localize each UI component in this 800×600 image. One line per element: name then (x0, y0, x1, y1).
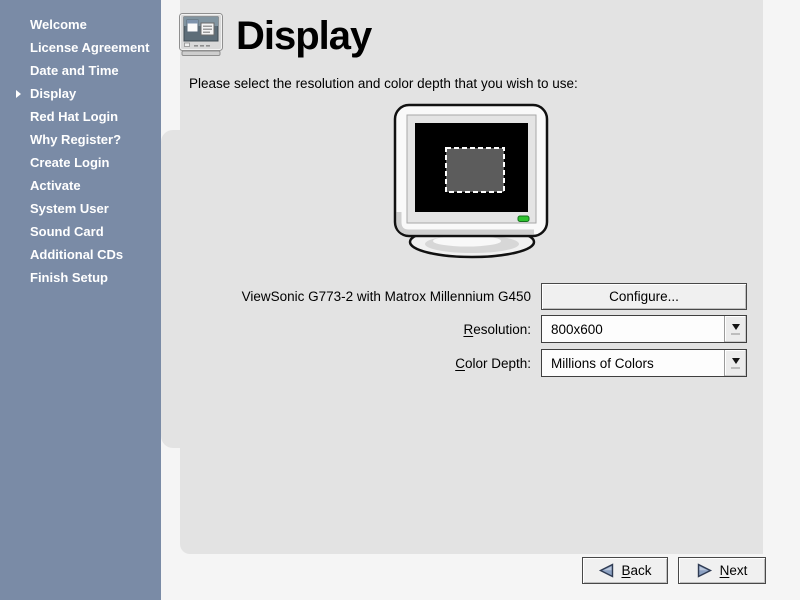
sidebar-nav: WelcomeLicense AgreementDate and TimeDis… (0, 0, 161, 289)
resolution-value: 800x600 (542, 322, 603, 337)
next-button[interactable]: Next (678, 557, 766, 584)
configure-button[interactable]: Configure... (541, 283, 747, 310)
sidebar-item-label: License Agreement (30, 36, 161, 59)
dropdown-arrow-icon (732, 324, 740, 330)
color-depth-value: Millions of Colors (542, 356, 654, 371)
dropdown-arrow-bar (731, 333, 740, 335)
sidebar-item-why-register: Why Register? (0, 128, 161, 151)
sidebar-item-label: System User (30, 197, 161, 220)
instruction-text: Please select the resolution and color d… (189, 76, 578, 91)
color-depth-label: Color Depth: (180, 356, 531, 371)
monitor-illustration (389, 102, 554, 264)
sidebar-item-label: Red Hat Login (30, 105, 161, 128)
sidebar-item-license-agreement: License Agreement (0, 36, 161, 59)
resolution-label: Resolution: (180, 322, 531, 337)
screen-selection-rect (446, 148, 504, 192)
sidebar-item-label: Date and Time (30, 59, 161, 82)
monitor-case (395, 105, 547, 236)
back-button-label: Back (621, 563, 651, 578)
sidebar-item-create-login: Create Login (0, 151, 161, 174)
back-button[interactable]: Back (582, 557, 668, 584)
sidebar-item-label: Welcome (30, 13, 161, 36)
sidebar-item-label: Additional CDs (30, 243, 161, 266)
sidebar-item-finish-setup: Finish Setup (0, 266, 161, 289)
dropdown-arrow-bar (731, 367, 740, 369)
dropdown-arrow-button[interactable] (724, 350, 746, 376)
device-label: ViewSonic G773-2 with Matrox Millennium … (180, 289, 531, 304)
color-depth-combobox[interactable]: Millions of Colors (541, 349, 747, 377)
current-step-arrow-icon (16, 90, 21, 98)
sidebar-item-label: Sound Card (30, 220, 161, 243)
sidebar-item-activate: Activate (0, 174, 161, 197)
configure-button-label: Configure... (609, 289, 679, 304)
power-led-icon (518, 216, 529, 222)
sidebar-item-label: Display (30, 82, 161, 105)
sidebar-item-welcome: Welcome (0, 13, 161, 36)
sidebar-item-system-user: System User (0, 197, 161, 220)
sidebar-item-date-and-time: Date and Time (0, 59, 161, 82)
sidebar-item-display: Display (0, 82, 161, 105)
resolution-combobox[interactable]: 800x600 (541, 315, 747, 343)
dropdown-arrow-icon (732, 358, 740, 364)
sidebar-item-label: Why Register? (30, 128, 161, 151)
setup-steps-sidebar: WelcomeLicense AgreementDate and TimeDis… (0, 0, 161, 600)
page-title: Display (236, 13, 371, 59)
display-monitor-icon (178, 12, 225, 58)
next-button-label: Next (720, 563, 748, 578)
arrow-right-icon (697, 563, 713, 578)
sidebar-item-label: Create Login (30, 151, 161, 174)
arrow-left-icon (598, 563, 614, 578)
sidebar-item-red-hat-login: Red Hat Login (0, 105, 161, 128)
dropdown-arrow-button[interactable] (724, 316, 746, 342)
sidebar-item-sound-card: Sound Card (0, 220, 161, 243)
sidebar-item-additional-cds: Additional CDs (0, 243, 161, 266)
sidebar-item-label: Finish Setup (30, 266, 161, 289)
sidebar-item-label: Activate (30, 174, 161, 197)
